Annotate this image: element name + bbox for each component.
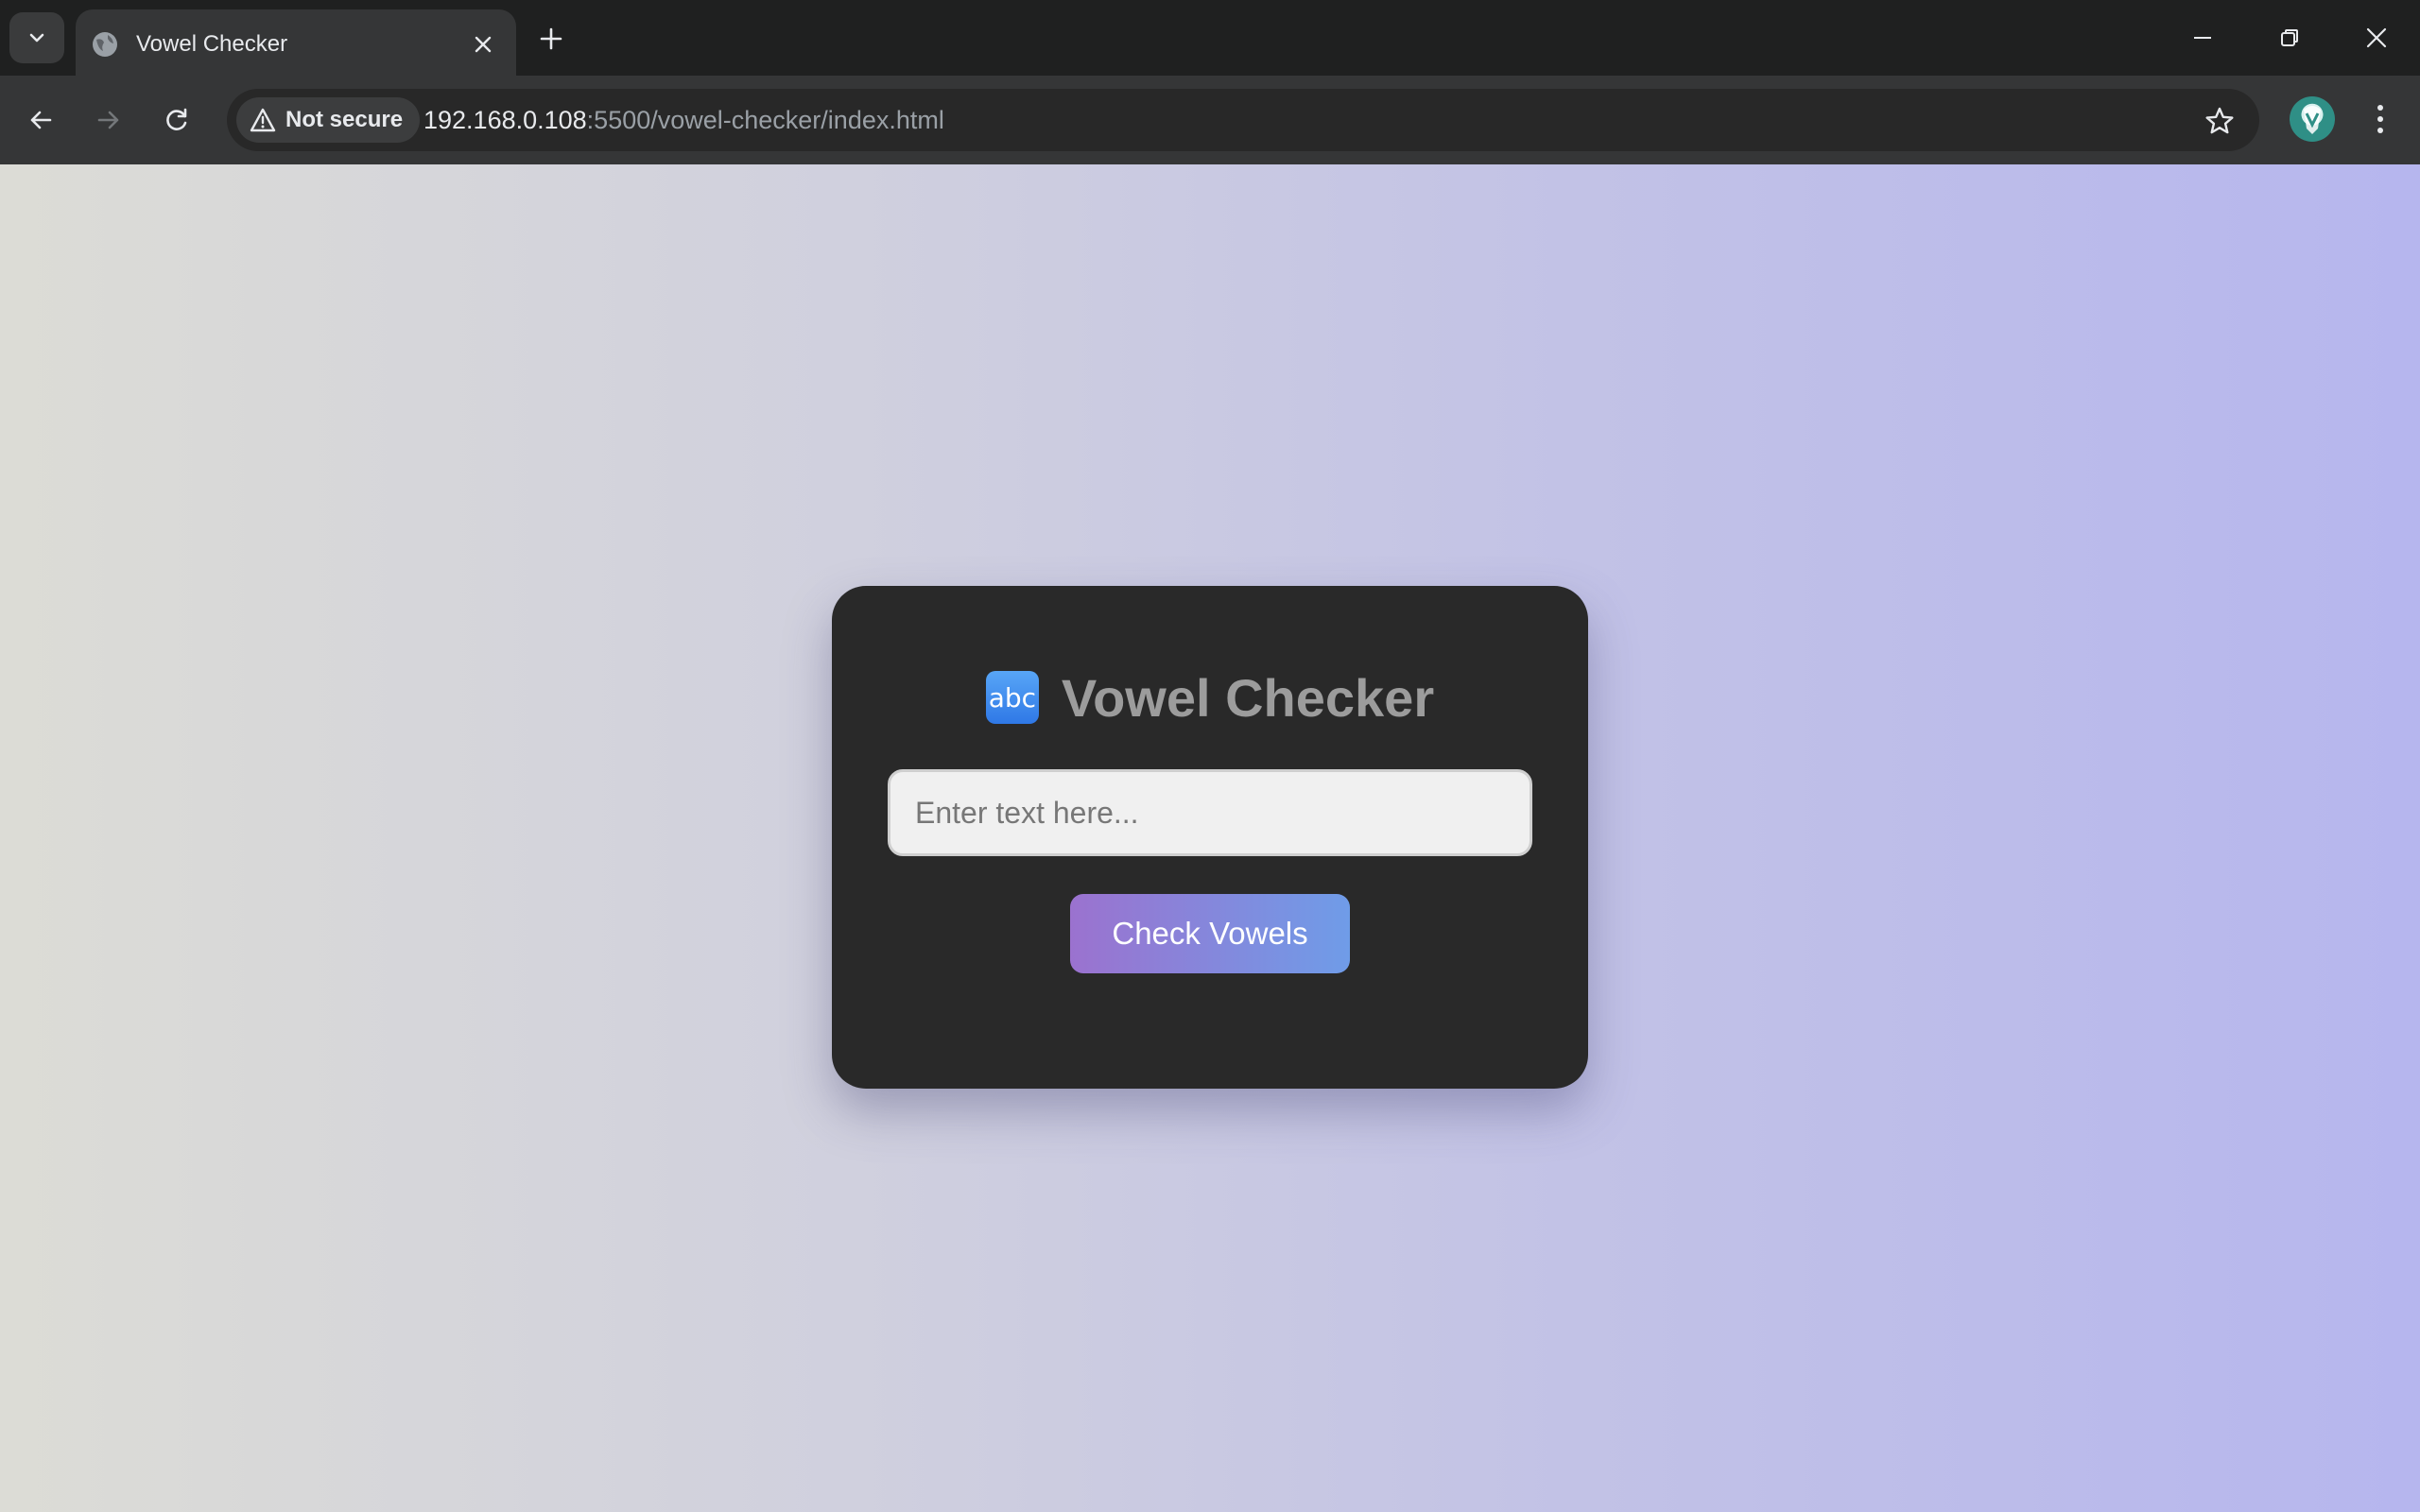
- url-path: :5500/vowel-checker/index.html: [586, 106, 944, 134]
- bookmark-button[interactable]: [2201, 102, 2238, 140]
- close-icon: [2366, 27, 2387, 48]
- abc-icon: abc: [985, 671, 1039, 724]
- arrow-left-icon: [30, 111, 52, 129]
- restore-button[interactable]: [2246, 0, 2333, 76]
- plus-icon: [540, 27, 562, 50]
- minimize-button[interactable]: [2159, 0, 2246, 76]
- profile-icon: [2304, 106, 2321, 134]
- page-heading: abc Vowel Checker: [832, 667, 1588, 728]
- minimize-icon: [2194, 37, 2211, 39]
- chevron-down-icon: [29, 33, 44, 43]
- text-input[interactable]: [888, 769, 1532, 856]
- tab-title: Vowel Checker: [136, 31, 288, 57]
- browser-menu-button[interactable]: [2358, 96, 2403, 142]
- new-tab-button[interactable]: [531, 19, 571, 59]
- tab-close-button[interactable]: [465, 26, 501, 62]
- close-icon: [475, 36, 492, 53]
- profile-avatar[interactable]: [2290, 96, 2335, 142]
- close-window-button[interactable]: [2333, 0, 2420, 76]
- vowel-checker-card: abc Vowel Checker Check Vowels: [832, 586, 1588, 1089]
- check-vowels-button[interactable]: Check Vowels: [1070, 894, 1350, 973]
- page-title: Vowel Checker: [1061, 667, 1435, 728]
- tab-vowel-checker[interactable]: Vowel Checker: [76, 9, 516, 76]
- warning-icon: [250, 108, 276, 132]
- globe-icon: [93, 32, 117, 57]
- tab-strip: Vowel Checker: [0, 0, 2420, 76]
- reload-icon: [166, 108, 187, 130]
- back-button[interactable]: [15, 94, 66, 146]
- url-text[interactable]: 192.168.0.108:5500/vowel-checker/index.h…: [424, 105, 944, 135]
- reload-button[interactable]: [151, 94, 202, 146]
- arrow-right-icon: [97, 111, 119, 129]
- star-icon: [2205, 107, 2234, 134]
- browser-toolbar: Not secure 192.168.0.108:5500/vowel-chec…: [0, 76, 2420, 164]
- restore-icon: [2281, 29, 2298, 46]
- address-bar[interactable]: Not secure 192.168.0.108:5500/vowel-chec…: [227, 89, 2259, 151]
- forward-button[interactable]: [83, 94, 134, 146]
- tab-search-button[interactable]: [9, 12, 64, 63]
- url-host: 192.168.0.108: [424, 106, 587, 134]
- more-vert-icon: [2377, 105, 2383, 133]
- security-label: Not secure: [285, 107, 404, 132]
- page-viewport: abc Vowel Checker Check Vowels: [0, 164, 2420, 1512]
